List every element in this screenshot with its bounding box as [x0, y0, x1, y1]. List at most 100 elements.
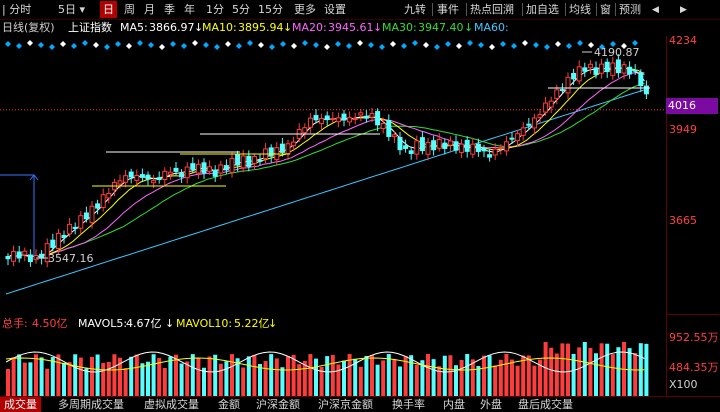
window-button[interactable]: 窗: [600, 2, 611, 17]
signal-diamond-icon: [456, 43, 462, 49]
tab-daily[interactable]: 日: [100, 1, 117, 18]
volume-bar: [554, 353, 559, 396]
right-arrow-icon[interactable]: ▶: [680, 3, 687, 18]
tab-after-hours-volume[interactable]: 盘后成交量: [518, 397, 573, 412]
tab-5min[interactable]: 5分: [232, 2, 250, 17]
volume-bar: [526, 355, 531, 396]
signal-diamond-icon: [522, 40, 528, 46]
volume-bar: [431, 359, 436, 396]
volume-bar: [605, 343, 610, 396]
volume-bar: [633, 353, 638, 396]
volume-bar: [11, 357, 16, 396]
tab-inner-volume[interactable]: 内盘: [443, 397, 465, 412]
candle-body: [134, 174, 140, 181]
volume-total-label: 总手:: [2, 317, 28, 330]
tab-weekly[interactable]: 周: [124, 2, 135, 17]
candle-body: [386, 119, 392, 137]
candle-body: [587, 63, 593, 69]
candle-body: [313, 115, 319, 121]
ma10-down-icon: ↓: [283, 21, 293, 34]
volume-bar: [375, 364, 380, 396]
candle-body: [190, 163, 196, 170]
forecast-button[interactable]: 预测: [619, 2, 641, 17]
signal-diamond-icon: [258, 42, 264, 48]
signal-diamond-icon: [412, 40, 418, 46]
signal-diamond-icon: [401, 43, 407, 49]
tab-amount[interactable]: 金额: [218, 397, 240, 412]
volume-bar: [56, 354, 61, 396]
volume-bar: [470, 359, 475, 396]
candle-body: [498, 146, 504, 149]
candle-body: [319, 118, 325, 125]
candle-body: [89, 205, 95, 224]
price-tick-label: 3949: [669, 123, 697, 136]
chart-mode-label[interactable]: 日线(复权): [2, 20, 55, 36]
tab-shsz-amount[interactable]: 沪深金额: [256, 397, 300, 412]
volume-bar: [325, 356, 330, 396]
tab-turnover[interactable]: 换手率: [392, 397, 425, 412]
signal-diamond-icon: [269, 44, 275, 50]
signal-diamond-icon: [555, 41, 561, 47]
signal-diamond-icon: [93, 42, 99, 48]
ma-lines-button[interactable]: 均线: [569, 2, 591, 17]
candle-body: [487, 154, 493, 158]
left-arrow-icon[interactable]: ◀: [652, 3, 659, 18]
candle-body: [117, 180, 123, 185]
candle-body: [599, 63, 605, 74]
tab-outer-volume[interactable]: 外盘: [480, 397, 502, 412]
tab-yearly[interactable]: 年: [184, 2, 195, 17]
signal-diamond-icon: [445, 41, 451, 47]
tab-1min[interactable]: 1分: [206, 2, 224, 17]
volume-bar: [241, 367, 246, 396]
volume-bar: [45, 368, 50, 396]
volume-bar: [510, 359, 514, 396]
volume-bar: [342, 360, 346, 396]
volume-chart[interactable]: [0, 332, 666, 396]
candle-body: [419, 137, 425, 152]
tab-quarterly[interactable]: 季: [164, 2, 175, 17]
candle-body: [627, 66, 633, 75]
tab-shszbj-amount[interactable]: 沪深京金额: [318, 397, 373, 412]
candle-body: [55, 232, 61, 250]
candle-body: [442, 142, 448, 149]
hotspot-replay-button[interactable]: 热点回溯: [470, 2, 514, 17]
volume-bar: [218, 363, 223, 396]
volume-bar: [62, 362, 66, 396]
volume-bar: [392, 358, 397, 396]
volume-bar: [515, 365, 520, 396]
candle-body: [571, 73, 577, 80]
ma5-label: MA5:: [120, 21, 148, 34]
candle-body: [403, 145, 409, 149]
volume-bar: [252, 354, 257, 396]
add-watchlist-button[interactable]: 加自选: [526, 2, 559, 17]
volume-bar: [196, 358, 201, 396]
candle-body: [95, 203, 101, 209]
volume-bar: [521, 355, 526, 396]
events-button[interactable]: 事件: [437, 2, 459, 17]
tab-multi-period-volume[interactable]: 多周期成交量: [58, 397, 124, 412]
more-button[interactable]: 更多: [294, 2, 316, 17]
signal-diamond-icon: [82, 40, 88, 46]
ma-info-bar: 日线(复权) 上证指数 MA5: 3866.97 ↓ MA10: 3895.94…: [0, 20, 720, 36]
candle-body: [106, 192, 112, 199]
volume-bar: [330, 354, 335, 396]
candle-body: [492, 148, 498, 156]
signal-diamond-icon: [511, 43, 517, 49]
candlestick-chart[interactable]: 4190.87 3547.16: [0, 36, 666, 314]
candle-body: [184, 166, 190, 179]
volume-bar: [112, 354, 117, 396]
tab-5day[interactable]: 5日 ▾: [58, 2, 85, 17]
candle-body: [67, 223, 73, 235]
tab-intraday[interactable]: | 分时: [2, 2, 31, 17]
volume-bar: [207, 356, 212, 396]
tab-15min[interactable]: 15分: [258, 2, 283, 17]
tab-volume[interactable]: 成交量: [0, 397, 41, 412]
jiuzhuan-button[interactable]: 九转: [404, 2, 426, 17]
tab-virtual-volume[interactable]: 虚拟成交量: [144, 397, 199, 412]
candle-body: [218, 164, 224, 174]
volume-bar: [627, 348, 632, 396]
settings-button[interactable]: 设置: [324, 2, 346, 17]
volume-unit-label: X100: [669, 378, 698, 391]
tab-monthly[interactable]: 月: [144, 2, 155, 17]
volume-bar: [414, 364, 419, 396]
